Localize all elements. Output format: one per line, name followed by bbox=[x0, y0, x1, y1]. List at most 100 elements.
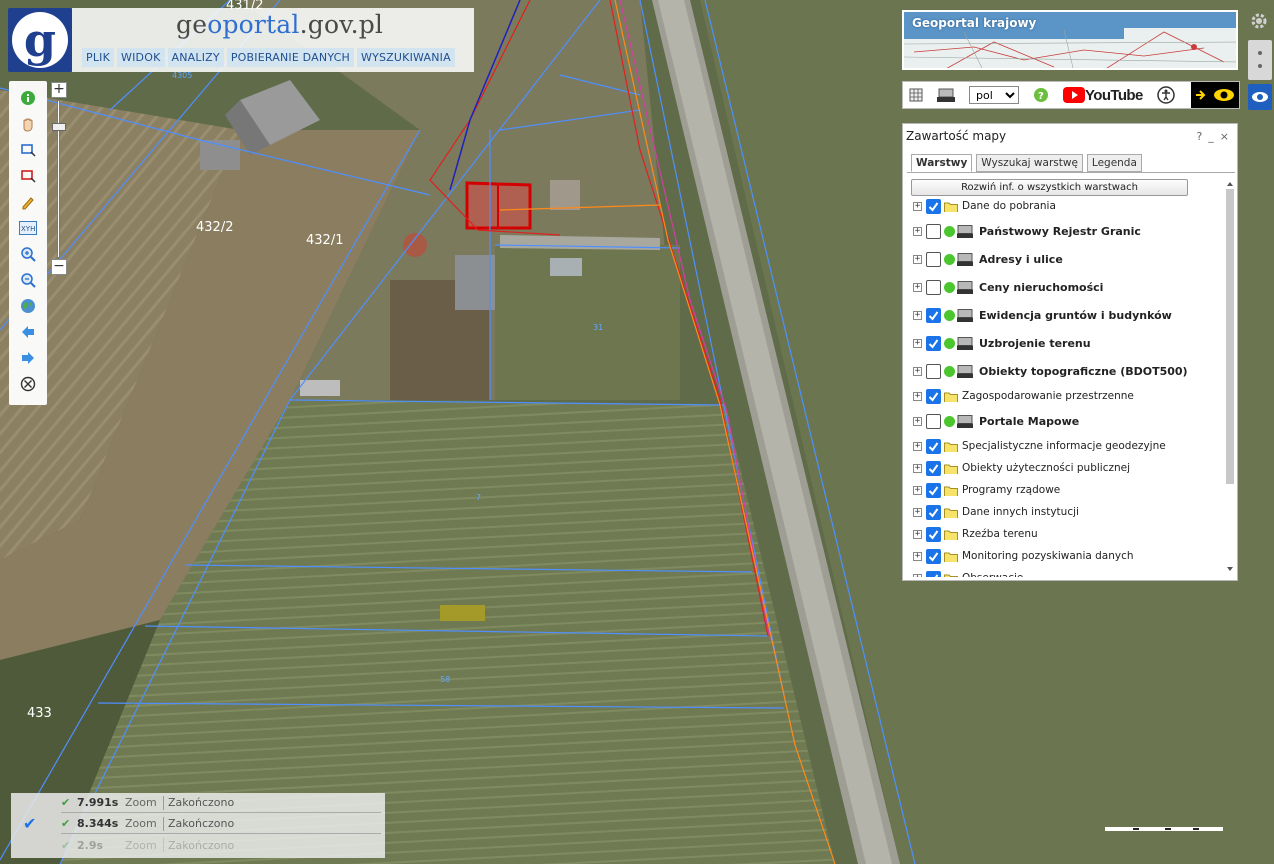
panel-tabs: Warstwy Wyszukaj warstwę Legenda bbox=[911, 154, 1142, 172]
layer-checkbox[interactable] bbox=[926, 570, 941, 577]
layer-row: + Ewidencja gruntów i budynków bbox=[913, 301, 1221, 329]
panel-close-button[interactable]: × bbox=[1220, 130, 1229, 143]
layer-name[interactable]: Obiekty topograficzne (BDOT500) bbox=[979, 365, 1188, 378]
site-title-part: ge bbox=[176, 10, 208, 39]
settings-gear-icon[interactable] bbox=[1249, 11, 1269, 31]
expand-layer-icon[interactable]: + bbox=[913, 254, 922, 264]
layer-name[interactable]: Obiekty użyteczności publicznej bbox=[962, 462, 1130, 474]
layer-checkbox[interactable] bbox=[926, 279, 941, 295]
header-bar: geoportal.gov.pl PLIK WIDOK ANALIZY POBI… bbox=[72, 8, 474, 72]
zoom-in-button[interactable]: + bbox=[51, 82, 67, 98]
zoom-out-icon[interactable] bbox=[17, 269, 39, 291]
layer-checkbox[interactable] bbox=[926, 388, 941, 404]
layer-checkbox[interactable] bbox=[926, 526, 941, 542]
wms-layer-icon bbox=[957, 336, 973, 350]
eye-toggle-icon[interactable] bbox=[1248, 84, 1272, 110]
layer-checkbox[interactable] bbox=[926, 548, 941, 564]
expand-layer-icon[interactable]: + bbox=[913, 529, 922, 539]
expand-layer-icon[interactable]: + bbox=[913, 338, 922, 348]
expand-layer-icon[interactable]: + bbox=[913, 201, 922, 211]
expand-layer-icon[interactable]: + bbox=[913, 573, 922, 577]
layer-list-scrollbar[interactable] bbox=[1225, 179, 1235, 577]
menu-widok[interactable]: WIDOK bbox=[117, 48, 165, 67]
back-arrow-icon[interactable] bbox=[17, 321, 39, 343]
overview-title: Geoportal krajowy bbox=[912, 16, 1037, 30]
help-icon[interactable]: ? bbox=[1033, 87, 1049, 103]
zoom-thumb[interactable] bbox=[52, 123, 66, 131]
expand-layer-icon[interactable]: + bbox=[913, 551, 922, 561]
youtube-label: YouTube bbox=[1085, 86, 1143, 104]
select-rect-icon[interactable] bbox=[17, 139, 39, 161]
info-icon[interactable] bbox=[17, 87, 39, 109]
scrollbar-thumb[interactable] bbox=[1226, 189, 1234, 484]
expand-layer-icon[interactable]: + bbox=[913, 282, 922, 292]
forward-arrow-icon[interactable] bbox=[17, 347, 39, 369]
layer-name[interactable]: Programy rządowe bbox=[962, 484, 1060, 496]
layer-checkbox[interactable] bbox=[926, 198, 941, 214]
expand-layer-icon[interactable]: + bbox=[913, 391, 922, 401]
expand-layer-icon[interactable]: + bbox=[913, 485, 922, 495]
globe-icon[interactable] bbox=[17, 295, 39, 317]
pencil-icon[interactable] bbox=[17, 191, 39, 213]
menu-wyszukiwania[interactable]: WYSZUKIWANIA bbox=[357, 48, 455, 67]
layer-name[interactable]: Rzeźba terenu bbox=[962, 528, 1038, 540]
layer-name[interactable]: Dane do pobrania bbox=[962, 200, 1056, 212]
layer-checkbox[interactable] bbox=[926, 504, 941, 520]
layer-name[interactable]: Obserwacje bbox=[962, 572, 1023, 577]
success-check-icon: ✔ bbox=[61, 796, 71, 809]
layer-checkbox[interactable] bbox=[926, 307, 941, 323]
expand-layer-icon[interactable]: + bbox=[913, 507, 922, 517]
zoom-out-button[interactable]: − bbox=[51, 259, 67, 275]
language-select[interactable]: pol bbox=[969, 86, 1019, 104]
layer-name[interactable]: Dane innych instytucji bbox=[962, 506, 1079, 518]
menu-plik[interactable]: PLIK bbox=[82, 48, 115, 67]
expand-layer-icon[interactable]: + bbox=[913, 441, 922, 451]
select-rect-red-icon[interactable] bbox=[17, 165, 39, 187]
panel-help-button[interactable]: ? bbox=[1196, 130, 1202, 143]
layer-checkbox[interactable] bbox=[926, 335, 941, 351]
layer-checkbox[interactable] bbox=[926, 223, 941, 239]
side-panel-handle[interactable] bbox=[1248, 40, 1272, 80]
clear-icon[interactable] bbox=[17, 373, 39, 395]
layer-name[interactable]: Ceny nieruchomości bbox=[979, 281, 1103, 294]
zoom-in-icon[interactable] bbox=[17, 243, 39, 265]
contrast-toggle-button[interactable] bbox=[1191, 82, 1239, 108]
tab-warstwy[interactable]: Warstwy bbox=[911, 154, 973, 172]
expand-layer-icon[interactable]: + bbox=[913, 226, 922, 236]
layer-checkbox[interactable] bbox=[926, 363, 941, 379]
log-check-icon[interactable]: ✔ bbox=[23, 814, 36, 833]
expand-layer-icon[interactable]: + bbox=[913, 463, 922, 473]
layer-checkbox[interactable] bbox=[926, 460, 941, 476]
layer-name[interactable]: Adresy i ulice bbox=[979, 253, 1063, 266]
layer-name[interactable]: Uzbrojenie terenu bbox=[979, 337, 1091, 350]
layer-checkbox[interactable] bbox=[926, 482, 941, 498]
xyh-coordinates-icon[interactable]: XYH bbox=[17, 217, 39, 239]
layer-name[interactable]: Monitoring pozyskiwania danych bbox=[962, 550, 1134, 562]
layer-name[interactable]: Ewidencja gruntów i budynków bbox=[979, 309, 1172, 322]
expand-layer-icon[interactable]: + bbox=[913, 416, 922, 426]
menu-analizy[interactable]: ANALIZY bbox=[167, 48, 224, 67]
youtube-link[interactable]: YouTube bbox=[1063, 87, 1143, 104]
layer-name[interactable]: Zagospodarowanie przestrzenne bbox=[962, 390, 1134, 402]
expand-layer-icon[interactable]: + bbox=[913, 366, 922, 376]
wms-icon[interactable] bbox=[937, 88, 955, 102]
panel-minimize-button[interactable]: _ bbox=[1208, 130, 1214, 143]
overview-map[interactable]: Geoportal krajowy bbox=[902, 10, 1238, 70]
menu-pobieranie-danych[interactable]: POBIERANIE DANYCH bbox=[226, 48, 354, 67]
tab-wyszukaj-warstwe[interactable]: Wyszukaj warstwę bbox=[976, 154, 1083, 172]
layer-row: + Monitoring pozyskiwania danych bbox=[913, 545, 1221, 567]
grid-icon[interactable] bbox=[909, 88, 923, 102]
pan-hand-icon[interactable] bbox=[17, 113, 39, 135]
geoportal-logo[interactable]: g bbox=[8, 8, 72, 72]
layer-name[interactable]: Państwowy Rejestr Granic bbox=[979, 225, 1141, 238]
accessibility-icon[interactable] bbox=[1156, 86, 1175, 104]
layer-name[interactable]: Portale Mapowe bbox=[979, 415, 1079, 428]
layer-checkbox[interactable] bbox=[926, 413, 941, 429]
layer-name[interactable]: Specjalistyczne informacje geodezyjne bbox=[962, 440, 1166, 452]
expand-layer-icon[interactable]: + bbox=[913, 310, 922, 320]
expand-all-layers-button[interactable]: Rozwiń inf. o wszystkich warstwach bbox=[911, 179, 1188, 196]
logo-letter: g bbox=[12, 12, 68, 68]
layer-checkbox[interactable] bbox=[926, 251, 941, 267]
layer-checkbox[interactable] bbox=[926, 438, 941, 454]
tab-legenda[interactable]: Legenda bbox=[1086, 154, 1142, 172]
